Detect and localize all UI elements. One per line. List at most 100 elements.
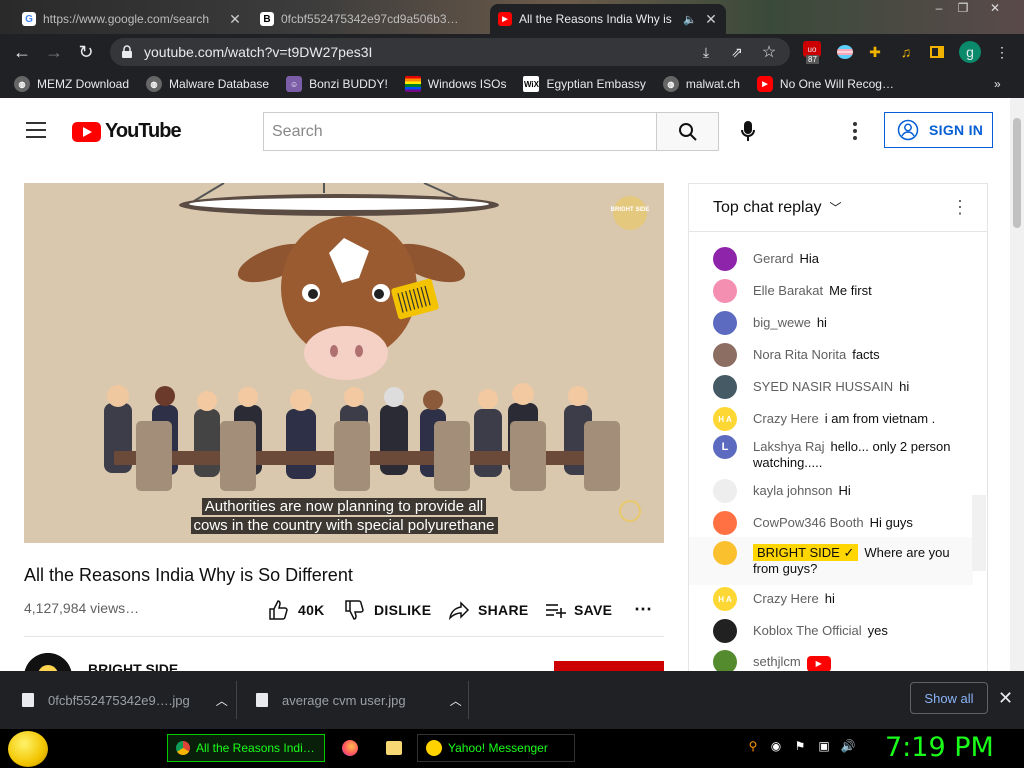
- taskbar-yahoo-messenger[interactable]: Yahoo! Messenger: [417, 734, 575, 762]
- bookmark-malwatch[interactable]: ◍ malwat.ch: [662, 76, 740, 92]
- taskbar-folder[interactable]: [378, 734, 410, 762]
- chat-header[interactable]: Top chat replay ﹀ ⋮: [689, 184, 987, 232]
- bookmark-star-icon[interactable]: ☆: [758, 41, 780, 63]
- trans-flag-icon[interactable]: [834, 41, 856, 63]
- tab-title: 0fcbf552475342e97cd9a506b3…: [281, 12, 459, 26]
- status-tray-icon[interactable]: ◉: [768, 738, 784, 754]
- flag-tray-icon[interactable]: ⚑: [792, 738, 808, 754]
- divider: [236, 681, 237, 719]
- tab-google[interactable]: G https://www.google.com/search ✕: [14, 4, 250, 34]
- chat-scrollbar[interactable]: [972, 495, 986, 571]
- search-tray-icon[interactable]: ⚲: [745, 738, 761, 754]
- chevron-up-icon[interactable]: ︿: [450, 692, 462, 709]
- lock-icon: [122, 45, 132, 58]
- extensions-icon[interactable]: ✚: [864, 41, 886, 63]
- close-tab-icon[interactable]: ✕: [228, 11, 242, 28]
- taskbar-firefox[interactable]: [334, 734, 366, 762]
- chevron-up-icon[interactable]: ︿: [216, 692, 228, 709]
- forward-icon[interactable]: →: [38, 36, 70, 68]
- profile-avatar[interactable]: g: [959, 41, 981, 63]
- tab-youtube[interactable]: ▶ All the Reasons India Why is 🔈 ✕: [490, 4, 726, 34]
- download-filename: average cvm user.jpg: [282, 692, 406, 708]
- close-window-icon[interactable]: ✕: [984, 0, 1006, 18]
- reload-icon[interactable]: ↻: [70, 36, 102, 68]
- maximize-icon[interactable]: ❐: [952, 0, 974, 18]
- more-actions-icon[interactable]: ⋯: [634, 599, 652, 620]
- search-input[interactable]: Search: [263, 112, 657, 151]
- voice-search-button[interactable]: [736, 119, 760, 143]
- chat-author: Lakshya Raj: [753, 439, 825, 454]
- start-smiley-icon[interactable]: [8, 731, 48, 767]
- search-icon: [678, 122, 697, 141]
- taskbar-chrome[interactable]: All the Reasons Indi…: [167, 734, 325, 762]
- sign-in-button[interactable]: SIGN IN: [884, 112, 993, 148]
- browser-menu-icon[interactable]: ⋮: [991, 41, 1013, 63]
- download-filename: 0fcbf552475342e9….jpg: [48, 692, 190, 708]
- youtube-logo[interactable]: YouTube: [72, 120, 182, 143]
- video-watermark: BRIGHT SIDE: [611, 207, 650, 213]
- dislike-label: DISLIKE: [374, 602, 432, 618]
- bookmark-bonzi[interactable]: ☺ Bonzi BUDDY!: [286, 76, 388, 92]
- subscribe-button[interactable]: [554, 661, 664, 671]
- channel-avatar[interactable]: [24, 653, 72, 671]
- share-button[interactable]: SHARE: [448, 599, 529, 621]
- download-item[interactable]: average cvm user.jpg ︿: [256, 671, 462, 729]
- show-all-downloads-button[interactable]: Show all: [910, 682, 988, 714]
- share-page-icon[interactable]: ⇗: [726, 41, 748, 63]
- task-label: Yahoo! Messenger: [448, 741, 548, 755]
- avatar: H A: [713, 587, 737, 611]
- minimize-icon[interactable]: –: [928, 0, 950, 18]
- view-count[interactable]: 4,127,984 views…: [24, 600, 139, 616]
- playlist-add-icon: [546, 604, 566, 618]
- bookmark-label: Windows ISOs: [427, 77, 507, 91]
- screen: G https://www.google.com/search ✕ B 0fcb…: [0, 0, 1024, 768]
- network-tray-icon[interactable]: ▣: [816, 738, 832, 754]
- chat-author: SYED NASIR HUSSAIN: [753, 379, 894, 394]
- chat-messages[interactable]: Gerard Hia Elle Barakat Me first big_wewe h…: [689, 233, 987, 671]
- share-arrow-icon: [448, 601, 470, 621]
- channel-name[interactable]: BRIGHT SIDE: [88, 661, 178, 671]
- bookmark-egyptian-embassy[interactable]: WiX Egyptian Embassy: [523, 76, 646, 92]
- video-player[interactable]: BRIGHT SIDE Authorities are now planning…: [24, 183, 664, 543]
- verified-check-icon: ✓: [843, 545, 855, 560]
- close-tab-icon[interactable]: ✕: [704, 11, 718, 28]
- chat-author: Koblox The Official: [753, 623, 862, 638]
- chat-text: i am from vietnam .: [824, 411, 936, 426]
- page-scrollbar[interactable]: [1010, 98, 1024, 671]
- bookmark-no-one[interactable]: ▶ No One Will Recog…: [756, 76, 894, 92]
- speaker-icon[interactable]: 🔈: [683, 13, 697, 26]
- video-title: All the Reasons India Why is So Differen…: [24, 565, 353, 585]
- close-downloads-icon[interactable]: ✕: [998, 688, 1013, 709]
- install-icon[interactable]: ⤓: [695, 41, 717, 63]
- caption-line-1: Authorities are now planning to provide …: [24, 497, 664, 516]
- dislike-button[interactable]: DISLIKE: [344, 599, 431, 621]
- save-button[interactable]: SAVE: [544, 599, 612, 621]
- thumbs-down-icon: [345, 600, 364, 620]
- scrollbar-thumb[interactable]: [1013, 118, 1021, 228]
- side-panel-icon[interactable]: [926, 41, 948, 63]
- volume-tray-icon[interactable]: 🔊: [840, 738, 856, 754]
- lightbulb-icon: [24, 653, 72, 671]
- bookmark-memz[interactable]: ◍ MEMZ Download: [14, 76, 129, 92]
- bookmarks-overflow[interactable]: »: [994, 77, 1001, 91]
- chat-author: Gerard: [753, 251, 794, 266]
- back-icon[interactable]: ←: [6, 36, 38, 68]
- chat-text: hi: [816, 315, 827, 330]
- avatar: L: [713, 435, 737, 459]
- address-bar[interactable]: youtube.com/watch?v=t9DW27pes3I: [110, 38, 790, 66]
- media-control-icon[interactable]: ♫: [895, 41, 917, 63]
- search-button[interactable]: [656, 112, 719, 151]
- bookmark-malware-db[interactable]: ◍ Malware Database: [146, 76, 269, 92]
- settings-more-icon[interactable]: [846, 120, 864, 142]
- bookmark-windows-isos[interactable]: Windows ISOs: [404, 76, 507, 92]
- clock[interactable]: 7:19 PM: [885, 732, 994, 763]
- like-button[interactable]: 40K: [268, 599, 325, 621]
- chat-message: big_wewe hi: [689, 311, 973, 335]
- chat-message: sethjlcm ▶: [689, 650, 973, 671]
- bookmark-label: Bonzi BUDDY!: [309, 77, 388, 91]
- chat-more-icon[interactable]: ⋮: [951, 197, 969, 218]
- bookmark-label: Malware Database: [169, 77, 270, 91]
- download-item[interactable]: 0fcbf552475342e9….jpg ︿: [22, 671, 228, 729]
- menu-hamburger-icon[interactable]: [26, 122, 46, 138]
- tab-image[interactable]: B 0fcbf552475342e97cd9a506b3…: [252, 4, 486, 34]
